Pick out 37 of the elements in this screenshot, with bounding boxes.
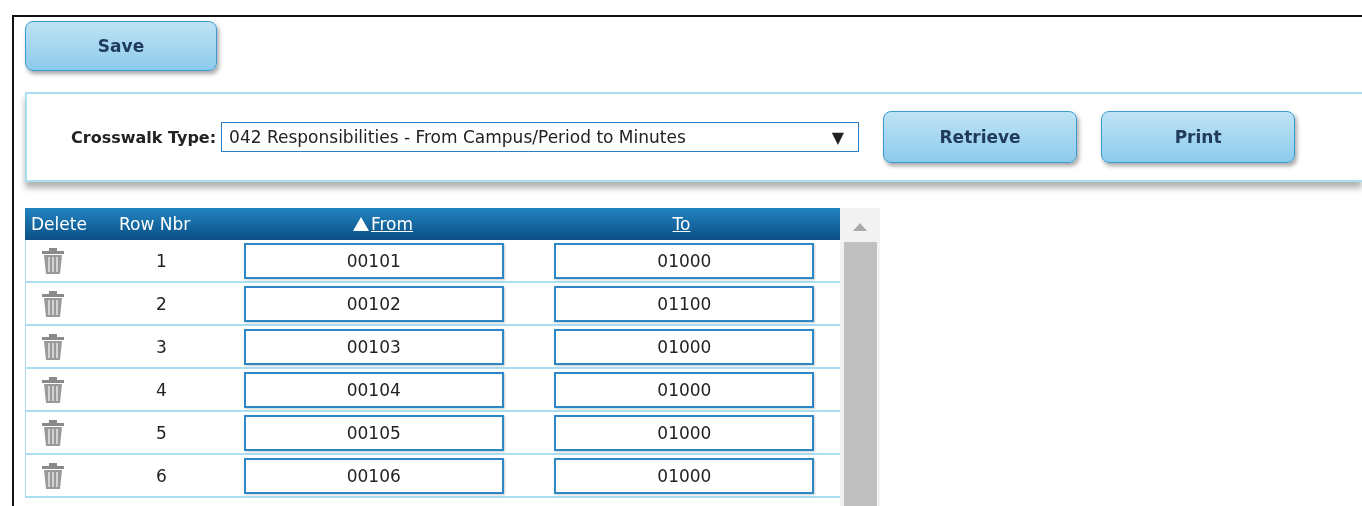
trash-icon[interactable]	[40, 460, 66, 491]
from-field[interactable]: 00106	[243, 457, 504, 494]
row-number: 3	[155, 336, 167, 357]
to-field[interactable]: 01000	[554, 328, 815, 365]
row-number: 5	[155, 422, 167, 443]
from-field[interactable]: 00105	[243, 414, 504, 451]
from-field[interactable]: 00103	[243, 328, 504, 365]
from-field[interactable]: 00102	[243, 285, 504, 322]
sort-ascending-icon	[352, 217, 369, 231]
crosswalk-type-dropdown[interactable]: 042 Responsibilities - From Campus/Period to Minutes ▼	[221, 122, 860, 152]
row-number: 1	[155, 250, 167, 271]
save-button[interactable]: Save	[25, 21, 217, 71]
column-header: Row Nbr	[119, 214, 191, 234]
to-field[interactable]: 01000	[554, 457, 815, 494]
column-sort-link[interactable]: To	[672, 214, 691, 234]
trash-icon[interactable]	[40, 245, 66, 276]
trash-icon[interactable]	[40, 374, 66, 405]
trash-icon[interactable]	[40, 331, 66, 362]
column-header: Delete	[31, 214, 87, 234]
to-field[interactable]: 01100	[554, 285, 815, 322]
from-field[interactable]: 00104	[243, 371, 504, 408]
scroll-up-icon[interactable]	[852, 222, 868, 232]
to-field[interactable]: 01000	[554, 414, 815, 451]
to-field[interactable]: 01000	[554, 371, 815, 408]
row-number: 6	[155, 465, 167, 486]
column-sort-link[interactable]: From	[352, 214, 414, 234]
from-field[interactable]: 00101	[243, 242, 504, 279]
scrollbar[interactable]	[840, 208, 880, 506]
print-button[interactable]: Print	[1101, 111, 1296, 163]
retrieve-button[interactable]: Retrieve	[883, 111, 1078, 163]
row-number: 2	[155, 293, 167, 314]
trash-icon[interactable]	[40, 288, 66, 319]
row-number: 4	[155, 379, 167, 400]
crosswalk-type-label: Crosswalk Type:	[71, 127, 217, 147]
trash-icon[interactable]	[40, 417, 66, 448]
to-field[interactable]: 01000	[554, 242, 815, 279]
scrollbar-thumb[interactable]	[843, 242, 877, 506]
